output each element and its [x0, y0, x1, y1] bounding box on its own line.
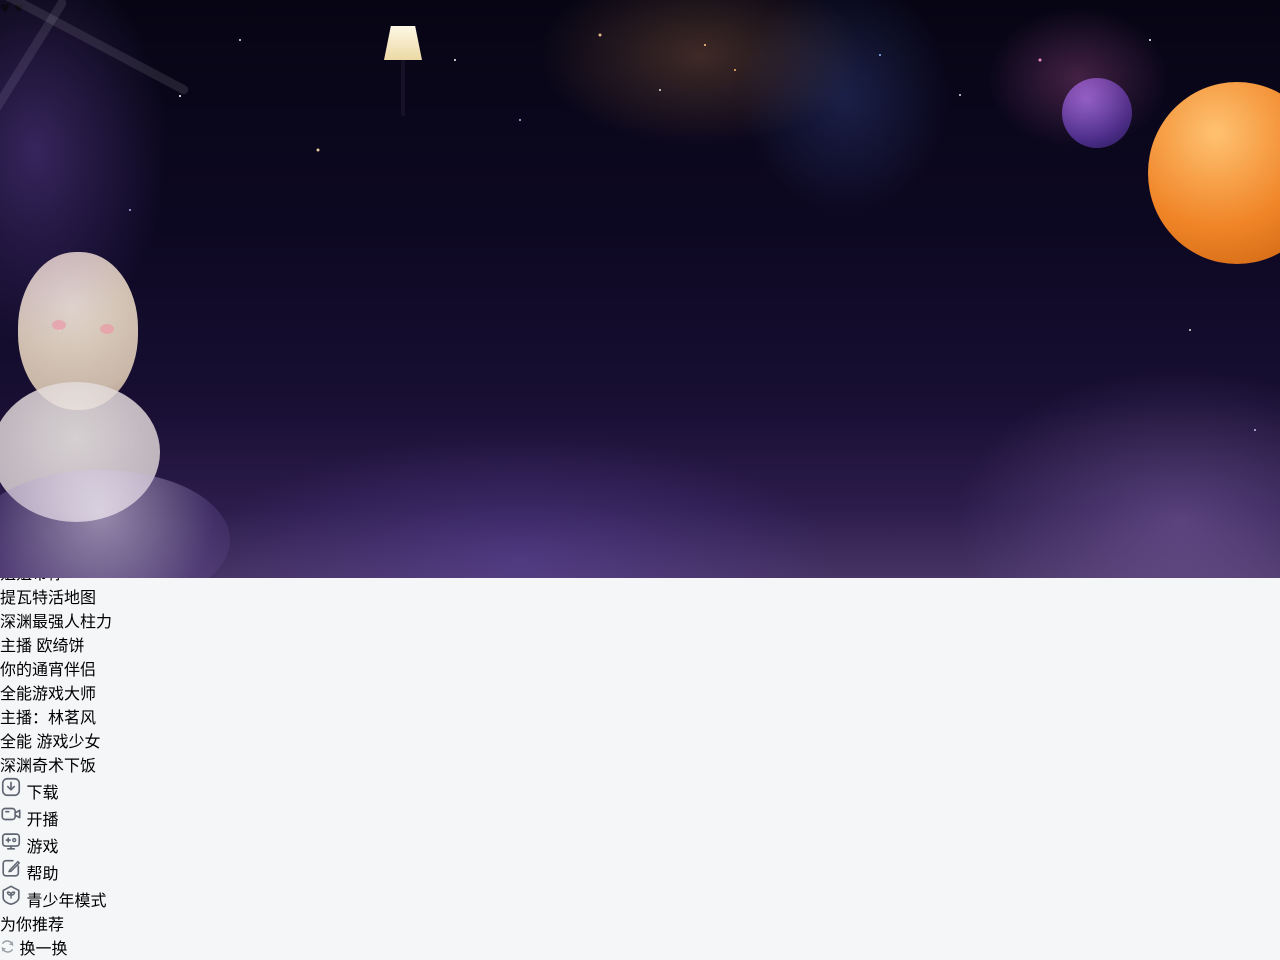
lamp-decoration: [384, 26, 422, 60]
moon-decoration: [1062, 78, 1132, 148]
plush-cheek-decoration: [100, 324, 114, 334]
streamer-caption: 主播：林茗风: [0, 704, 1280, 728]
plush-doll-decoration: [0, 382, 160, 522]
heart-earring-decoration: ♥: [14, 0, 24, 17]
start-streaming-button[interactable]: 开播: [0, 803, 1280, 830]
download-button[interactable]: 下载: [0, 776, 1280, 803]
help-button[interactable]: 帮助: [0, 857, 1280, 884]
download-icon: [0, 776, 22, 798]
plush-cheek-decoration: [52, 320, 66, 330]
hero-background: ♥ ♥: [0, 0, 1280, 578]
douyu-homepage: ♥ ♥ 斗鱼 DOUYU 首页 直播 分类 赛事 视频 游戏 鱼吧: [0, 0, 1280, 960]
banner-teyvat-map[interactable]: 提瓦特活地图 深渊最强人柱力 主播 欧绮饼: [0, 584, 1280, 656]
teen-mode-button[interactable]: 青少年模式: [0, 884, 1280, 911]
section-title: 为你推荐: [0, 911, 1280, 935]
recommend-section: 为你推荐 换一换 仪式圈: [0, 911, 1280, 960]
feedback-pencil-icon: [0, 857, 22, 879]
refresh-button[interactable]: 换一换: [0, 935, 1280, 959]
snow-decoration: [0, 470, 230, 578]
ice-crystal-decoration: [0, 0, 190, 96]
game-monitor-icon: [0, 830, 22, 852]
lamp-post-decoration: [401, 58, 405, 116]
banner-game-girl[interactable]: 全能 游戏少女 深渊奇术下饭: [0, 728, 1280, 776]
refresh-icon: [0, 939, 15, 954]
camera-icon: [0, 803, 22, 825]
ice-crystal-decoration: [0, 0, 68, 129]
banner-night-companion-selected[interactable]: 你的通宵伴侣 全能游戏大师 主播：林茗风: [0, 656, 1280, 728]
plush-doll-decoration: [18, 252, 138, 410]
streamer-caption: 主播 欧绮饼: [0, 632, 1280, 656]
side-toolbar: 下载 开播 游戏 帮助: [0, 776, 1280, 911]
anime-girl-decoration: [1148, 82, 1280, 264]
games-button[interactable]: 游戏: [0, 830, 1280, 857]
heart-earring-decoration: ♥: [0, 0, 10, 17]
teen-mode-sprout-icon: [0, 884, 22, 906]
